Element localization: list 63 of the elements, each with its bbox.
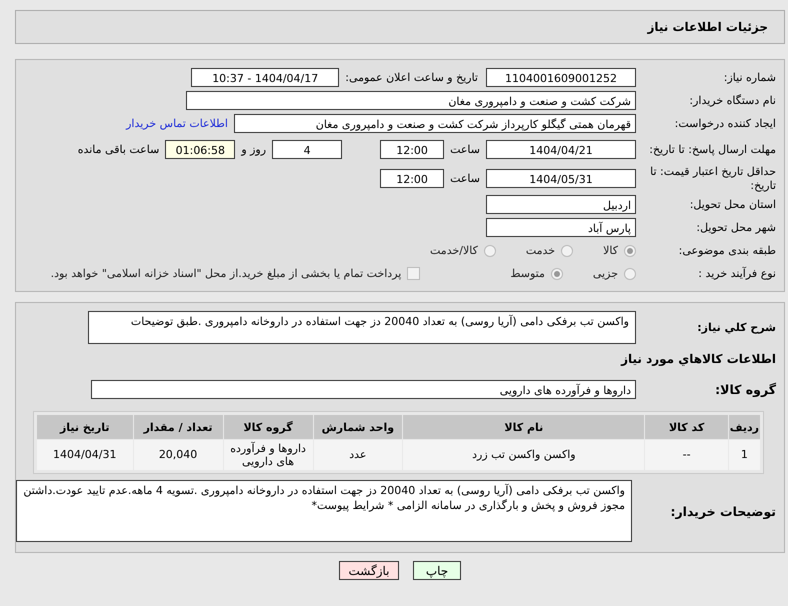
radio-button[interactable] bbox=[624, 268, 636, 280]
time-field[interactable]: 12:00 bbox=[380, 169, 444, 188]
radio-label: متوسط bbox=[510, 267, 545, 280]
text-field[interactable]: 1104001609001252 bbox=[486, 68, 636, 87]
time-label: ساعت bbox=[450, 143, 480, 156]
remaining-time-field: 01:06:58 bbox=[165, 140, 236, 159]
column-header: نام کالا bbox=[403, 415, 644, 439]
text-field[interactable]: 1404/04/17 - 10:37 bbox=[191, 68, 340, 87]
table-cell: 1404/04/31 bbox=[37, 440, 133, 470]
field-label: شرح کلي نياز: bbox=[696, 320, 777, 334]
field-label: تاریخ و ساعت اعلان عمومی: bbox=[345, 71, 478, 84]
back-button[interactable]: بازگشت bbox=[339, 561, 399, 580]
radio-button[interactable] bbox=[561, 244, 574, 256]
field-label: نام دستگاه خریدار: bbox=[688, 94, 777, 108]
column-header: ردیف bbox=[728, 415, 760, 439]
radio-button[interactable] bbox=[624, 244, 636, 256]
text-field[interactable]: اردبیل bbox=[486, 195, 636, 214]
table-cell: -- bbox=[645, 440, 728, 470]
time-label: ساعت bbox=[450, 172, 480, 185]
radio-button[interactable] bbox=[484, 244, 496, 256]
field-label: طبقه بندی موضوعی: bbox=[678, 244, 777, 258]
radio-label: خدمت bbox=[526, 244, 556, 257]
column-header: واحد شمارش bbox=[314, 415, 402, 439]
page-title: جزئیات اطلاعات نیاز bbox=[647, 20, 768, 34]
table-cell: 20,040 bbox=[134, 440, 223, 470]
column-header: تاریخ نیاز bbox=[37, 415, 133, 439]
field-label: شهر محل تحویل: bbox=[695, 220, 777, 234]
text-field[interactable]: پارس آباد bbox=[486, 218, 636, 237]
radio-label: جزیی bbox=[592, 267, 618, 280]
days-field[interactable]: 4 bbox=[272, 140, 342, 159]
field-label: نوع فرآیند خرید : bbox=[697, 266, 777, 280]
time-field[interactable]: 12:00 bbox=[380, 140, 444, 159]
description-field[interactable]: واکسن تب برفکی دامی (آریا روسی) به تعداد 20040 دز جهت استفاده در داروخانه دامپروری .طبق توضیحات bbox=[88, 311, 636, 344]
column-header: تعداد / مقدار bbox=[134, 415, 223, 439]
text-field[interactable]: قهرمان همتی گیگلو کارپرداز شرکت کشت و صنعت و دامپروری مغان bbox=[234, 114, 636, 133]
table-cell: 1 bbox=[728, 440, 760, 470]
column-header: کد کالا bbox=[645, 415, 728, 439]
table-cell: عدد bbox=[314, 440, 402, 470]
radio-button[interactable] bbox=[550, 268, 563, 280]
goods-group-field[interactable]: داروها و فرآورده های دارویی bbox=[91, 380, 636, 399]
days-label: روز و bbox=[241, 143, 266, 156]
field-label: شماره نیاز: bbox=[722, 70, 777, 84]
column-header: گروه کالا bbox=[224, 415, 312, 439]
field-label: مهلت ارسال پاسخ: تا تاریخ: bbox=[648, 142, 777, 156]
print-button[interactable]: چاپ bbox=[413, 561, 461, 580]
buyer-notes-field[interactable]: واکسن تب برفکی دامی (آریا روسی) به تعداد 20040 دز جهت استفاده در داروخانه دامپروری .تسویه 4 ماهه.عدم تایید عودت.داشتن مجوز فروش و پخش و بارگذاری در سامانه الزامی * شرایط پیوست* bbox=[16, 480, 632, 542]
radio-label: کالا/خدمت bbox=[430, 244, 478, 257]
section-heading: اطلاعات کالاهاي مورد نياز bbox=[620, 351, 777, 368]
field-label: گروه کالا: bbox=[714, 382, 777, 397]
table-cell: واکسن واکسن تب زرد bbox=[403, 440, 644, 470]
buyer-contact-link[interactable]: اطلاعات تماس خریدار bbox=[126, 117, 228, 130]
date-field[interactable]: 1404/04/21 bbox=[486, 140, 636, 159]
checkbox-label: پرداخت تمام یا بخشی از مبلغ خرید.از محل "اسناد خزانه اسلامی" خواهد بود. bbox=[50, 267, 402, 280]
field-label: حداقل تاریخ اعتبار قیمت: تا تاریخ: bbox=[649, 165, 777, 192]
radio-label: کالا bbox=[603, 244, 618, 257]
field-label: ایجاد کننده درخواست: bbox=[674, 116, 777, 130]
date-field[interactable]: 1404/05/31 bbox=[486, 169, 636, 188]
text-field[interactable]: شرکت کشت و صنعت و دامپروری مغان bbox=[186, 91, 636, 110]
table-cell: داروها و فرآورده های دارویی bbox=[224, 440, 312, 470]
field-label: استان محل تحویل: bbox=[688, 198, 777, 212]
checkbox[interactable] bbox=[407, 267, 420, 280]
remaining-label: ساعت باقی مانده bbox=[78, 143, 160, 156]
field-label: توضیحات خریدار: bbox=[669, 504, 777, 518]
